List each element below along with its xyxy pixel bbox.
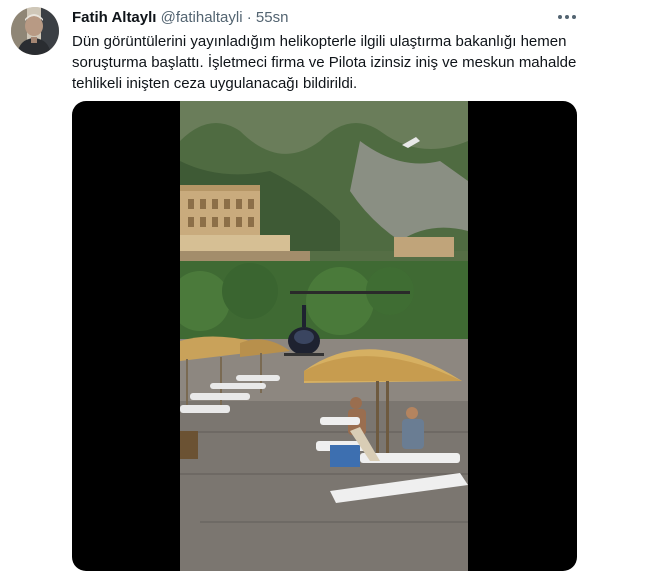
tweet-card: Fatih Altaylı @fatihaltayli · 55sn Dün g… <box>0 0 652 571</box>
author-name[interactable]: Fatih Altaylı <box>72 9 156 26</box>
tweet-media-video[interactable] <box>72 101 577 571</box>
video-frame <box>180 101 468 571</box>
more-horizontal-icon <box>558 15 576 19</box>
author-handle[interactable]: @fatihaltayli <box>161 9 243 26</box>
tweet-text: Dün görüntülerini yayınladığım helikopte… <box>72 33 577 92</box>
tweet-timestamp[interactable]: 55sn <box>256 9 289 26</box>
tweet-header: Fatih Altaylı @fatihaltayli · 55sn <box>72 9 288 29</box>
separator-dot: · <box>246 9 252 26</box>
avatar-image <box>11 7 59 55</box>
more-options-button[interactable] <box>553 7 581 27</box>
avatar[interactable] <box>11 7 59 55</box>
video-thumbnail <box>180 101 468 571</box>
